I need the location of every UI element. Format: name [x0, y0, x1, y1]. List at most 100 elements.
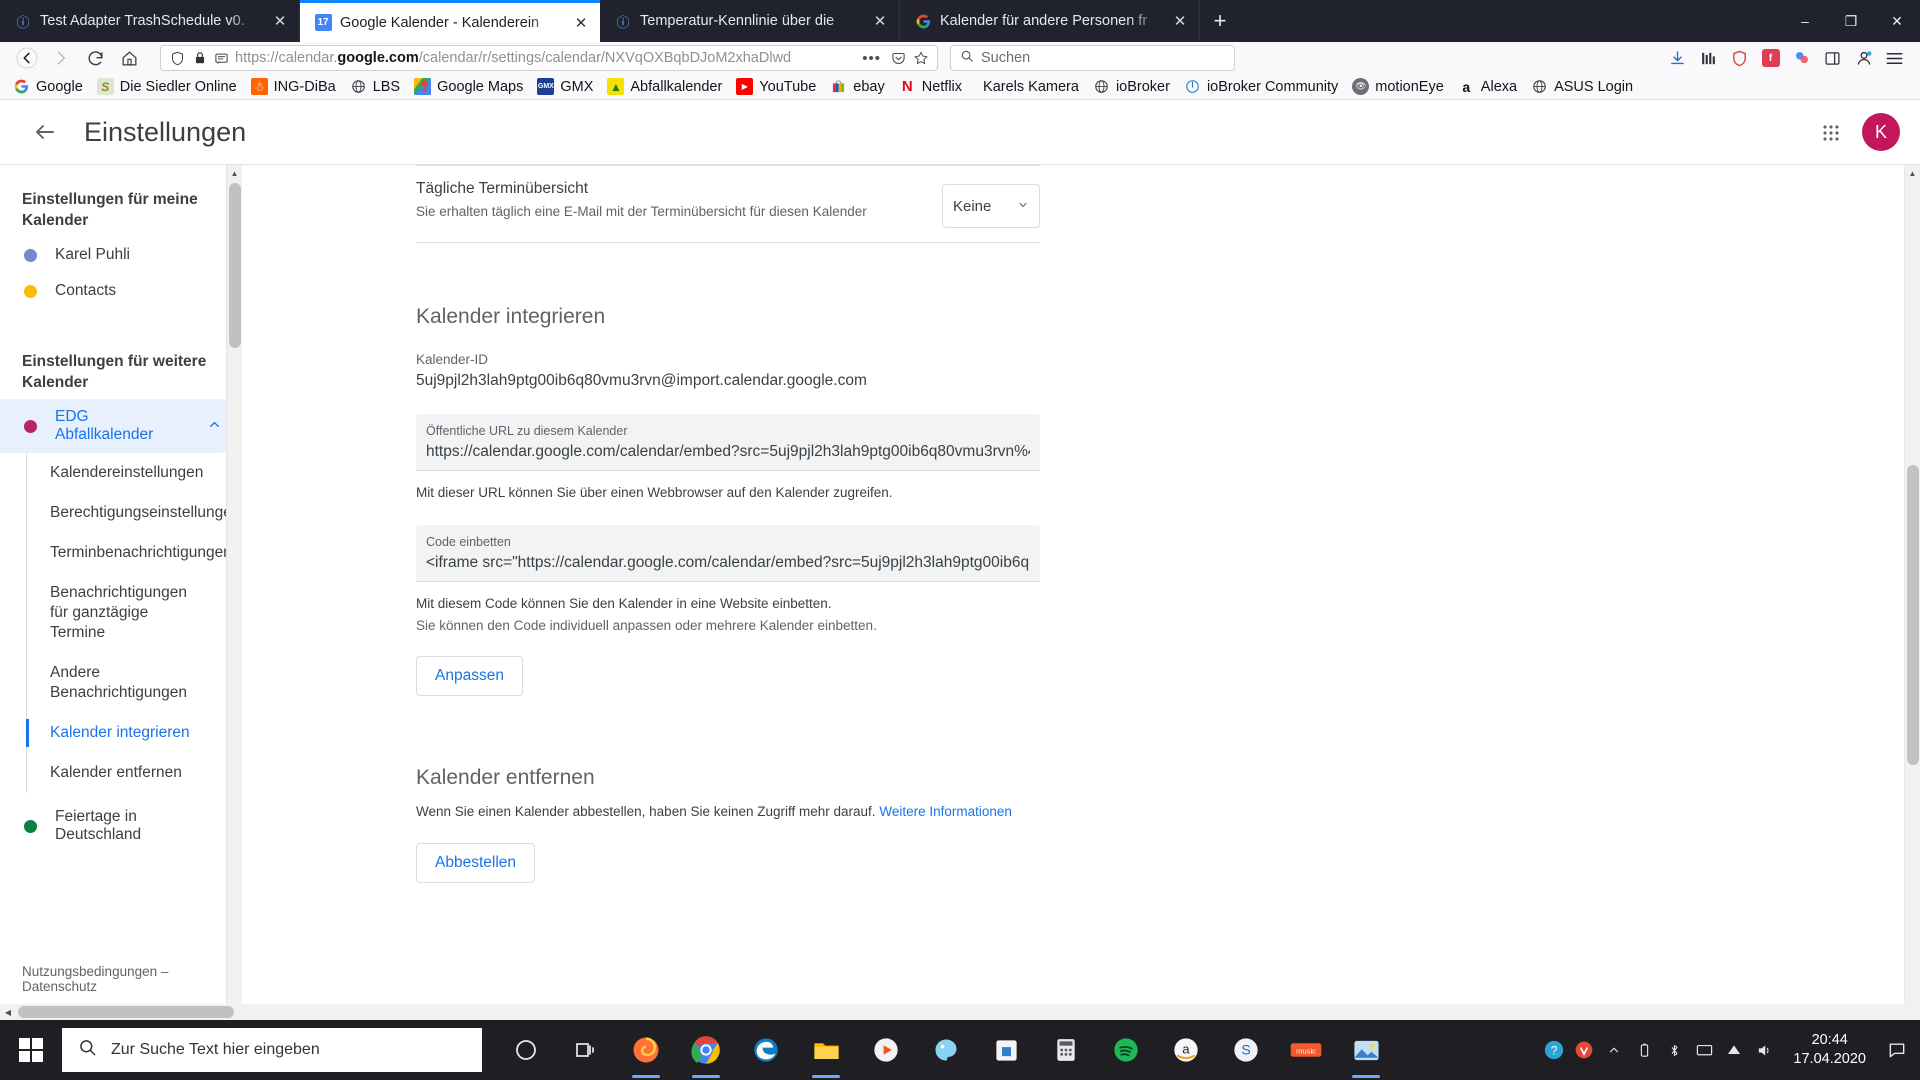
shazam-icon[interactable]: S: [1216, 1020, 1276, 1080]
battery-tray-icon[interactable]: [1629, 1020, 1659, 1080]
sidebar-item-benachrichtigungen-ganztaegige[interactable]: Benachrichtigungen für ganztägige Termin…: [27, 573, 212, 653]
bookmark-google-maps[interactable]: Google Maps: [407, 76, 530, 97]
customize-button[interactable]: Anpassen: [416, 656, 523, 696]
bookmark-iobroker-community[interactable]: ioBroker Community: [1177, 76, 1345, 97]
bookmark-asus-login[interactable]: ASUS Login: [1524, 76, 1640, 97]
avira-icon[interactable]: [1569, 1020, 1599, 1080]
music-icon[interactable]: music: [1276, 1020, 1336, 1080]
display-icon[interactable]: [1689, 1020, 1719, 1080]
browser-tab[interactable]: Kalender für andere Personen fr ✕: [900, 0, 1200, 42]
bookmark-ebay[interactable]: ebay: [823, 76, 891, 97]
bookmark-iobroker[interactable]: ioBroker: [1086, 76, 1177, 97]
bookmark-lbs[interactable]: LBS: [343, 76, 407, 97]
bookmark-google[interactable]: Google: [6, 76, 90, 97]
daily-agenda-select[interactable]: Keine: [942, 184, 1040, 228]
bookmark-alexa[interactable]: a Alexa: [1451, 76, 1524, 97]
content-scrollbar[interactable]: ▲ ▼: [1904, 165, 1920, 1020]
task-view-icon[interactable]: [556, 1020, 616, 1080]
scrollbar-thumb[interactable]: [1907, 465, 1919, 765]
pocket-icon[interactable]: [890, 50, 907, 67]
maximize-button[interactable]: ❐: [1828, 0, 1874, 42]
sidebar-toggle-icon[interactable]: [1817, 43, 1848, 73]
bookmark-youtube[interactable]: ▶ YouTube: [729, 76, 823, 97]
media-player-icon[interactable]: [856, 1020, 916, 1080]
chevron-up-icon[interactable]: [207, 417, 222, 435]
close-icon[interactable]: ✕: [869, 10, 891, 32]
chrome-icon[interactable]: [676, 1020, 736, 1080]
menu-hamburger-icon[interactable]: [1879, 43, 1910, 73]
bookmark-netflix[interactable]: N Netflix: [892, 76, 969, 97]
forward-icon[interactable]: [44, 43, 78, 73]
taskbar-clock[interactable]: 20:44 17.04.2020: [1779, 1031, 1880, 1069]
browser-tab[interactable]: ⓘ Temperatur-Kennlinie über die ✕: [600, 0, 900, 42]
sidebar-item-contacts[interactable]: Contacts: [0, 273, 242, 309]
bookmark-star-icon[interactable]: [912, 50, 929, 67]
bookmark-die-siedler-online[interactable]: S Die Siedler Online: [90, 76, 244, 97]
address-bar[interactable]: https://calendar.google.com/calendar/r/s…: [160, 45, 938, 71]
file-explorer-icon[interactable]: [796, 1020, 856, 1080]
bookmark-karels-kamera[interactable]: Karels Kamera: [969, 77, 1086, 97]
more-info-link[interactable]: Weitere Informationen: [879, 804, 1012, 819]
sidebar-item-andere-benachrichtigungen[interactable]: Andere Benachrichtigungen: [27, 653, 242, 713]
sidebar-scrollbar[interactable]: ▲ ▼: [226, 165, 242, 1020]
avatar[interactable]: K: [1862, 113, 1900, 151]
close-window-button[interactable]: ✕: [1874, 0, 1920, 42]
sidebar-footer-terms[interactable]: Nutzungsbedingungen – Datenschutz: [0, 964, 242, 994]
sidebar-item-berechtigungseinstellungen[interactable]: Berechtigungseinstellungen: [27, 493, 242, 533]
embed-code-field[interactable]: Code einbetten <iframe src="https://cale…: [416, 525, 1040, 582]
unsubscribe-button[interactable]: Abbestellen: [416, 843, 536, 883]
amazon-icon[interactable]: a: [1156, 1020, 1216, 1080]
browser-tab-active[interactable]: 17 Google Kalender - Kalenderein ✕: [300, 0, 600, 42]
sidebar-item-kalendereinstellungen[interactable]: Kalendereinstellungen: [27, 453, 242, 493]
bookmark-abfallkalender[interactable]: ▲ Abfallkalender: [600, 76, 729, 97]
sidebar-item-feiertage-deutschland[interactable]: Feiertage in Deutschland: [0, 799, 242, 853]
shield-icon[interactable]: [169, 50, 186, 67]
apps-grid-icon[interactable]: [1812, 114, 1848, 150]
library-icon[interactable]: [1693, 43, 1724, 73]
close-icon[interactable]: ✕: [570, 12, 592, 34]
extension-red-icon[interactable]: f: [1755, 43, 1786, 73]
bluetooth-icon[interactable]: [1659, 1020, 1689, 1080]
help-icon[interactable]: ?: [1539, 1020, 1569, 1080]
sidebar-item-karel-puhli[interactable]: Karel Puhli: [0, 237, 242, 273]
back-arrow-icon[interactable]: [28, 115, 62, 149]
firefox-icon[interactable]: [616, 1020, 676, 1080]
bookmark-motioneye[interactable]: 👁 motionEye: [1345, 76, 1451, 97]
permissions-icon[interactable]: [213, 50, 230, 67]
account-icon[interactable]: [1848, 43, 1879, 73]
close-icon[interactable]: ✕: [269, 10, 291, 32]
cortana-icon[interactable]: [496, 1020, 556, 1080]
notifications-icon[interactable]: [1880, 1020, 1914, 1080]
browser-tab[interactable]: ⓘ Test Adapter TrashSchedule v0. ✕: [0, 0, 300, 42]
page-actions-icon[interactable]: •••: [858, 50, 885, 67]
back-icon[interactable]: [10, 43, 44, 73]
downloads-icon[interactable]: [1662, 43, 1693, 73]
bookmark-ing-diba[interactable]: ☃ ING-DiBa: [244, 76, 343, 97]
search-bar[interactable]: Suchen: [950, 45, 1235, 71]
minimize-button[interactable]: –: [1782, 0, 1828, 42]
new-tab-button[interactable]: +: [1200, 0, 1240, 42]
sidebar-item-terminbenachrichtigungen[interactable]: Terminbenachrichtigungen: [27, 533, 242, 573]
horizontal-scrollbar[interactable]: ◀: [0, 1004, 1920, 1020]
sidebar-item-edg-abfallkalender[interactable]: EDG Abfallkalender: [0, 399, 242, 453]
edge-icon[interactable]: [736, 1020, 796, 1080]
store-icon[interactable]: [976, 1020, 1036, 1080]
scroll-left-arrow-icon[interactable]: ◀: [0, 1004, 16, 1020]
home-icon[interactable]: [112, 43, 146, 73]
network-icon[interactable]: [1719, 1020, 1749, 1080]
public-url-value[interactable]: https://calendar.google.com/calendar/emb…: [426, 440, 1030, 464]
paint3d-icon[interactable]: [916, 1020, 976, 1080]
reload-icon[interactable]: [78, 43, 112, 73]
scrollbar-thumb[interactable]: [229, 183, 241, 348]
scroll-up-arrow-icon[interactable]: ▲: [1905, 165, 1920, 181]
volume-icon[interactable]: [1749, 1020, 1779, 1080]
close-icon[interactable]: ✕: [1169, 10, 1191, 32]
avira-shield-icon[interactable]: [1724, 43, 1755, 73]
extension-multicolor-icon[interactable]: [1786, 43, 1817, 73]
scrollbar-thumb-horizontal[interactable]: [18, 1006, 234, 1018]
sidebar-item-kalender-entfernen[interactable]: Kalender entfernen: [27, 753, 242, 793]
lock-icon[interactable]: [191, 50, 208, 67]
taskbar-search-input[interactable]: Zur Suche Text hier eingeben: [62, 1028, 482, 1072]
photos-icon[interactable]: [1336, 1020, 1396, 1080]
bookmark-gmx[interactable]: GMX GMX: [530, 76, 600, 97]
